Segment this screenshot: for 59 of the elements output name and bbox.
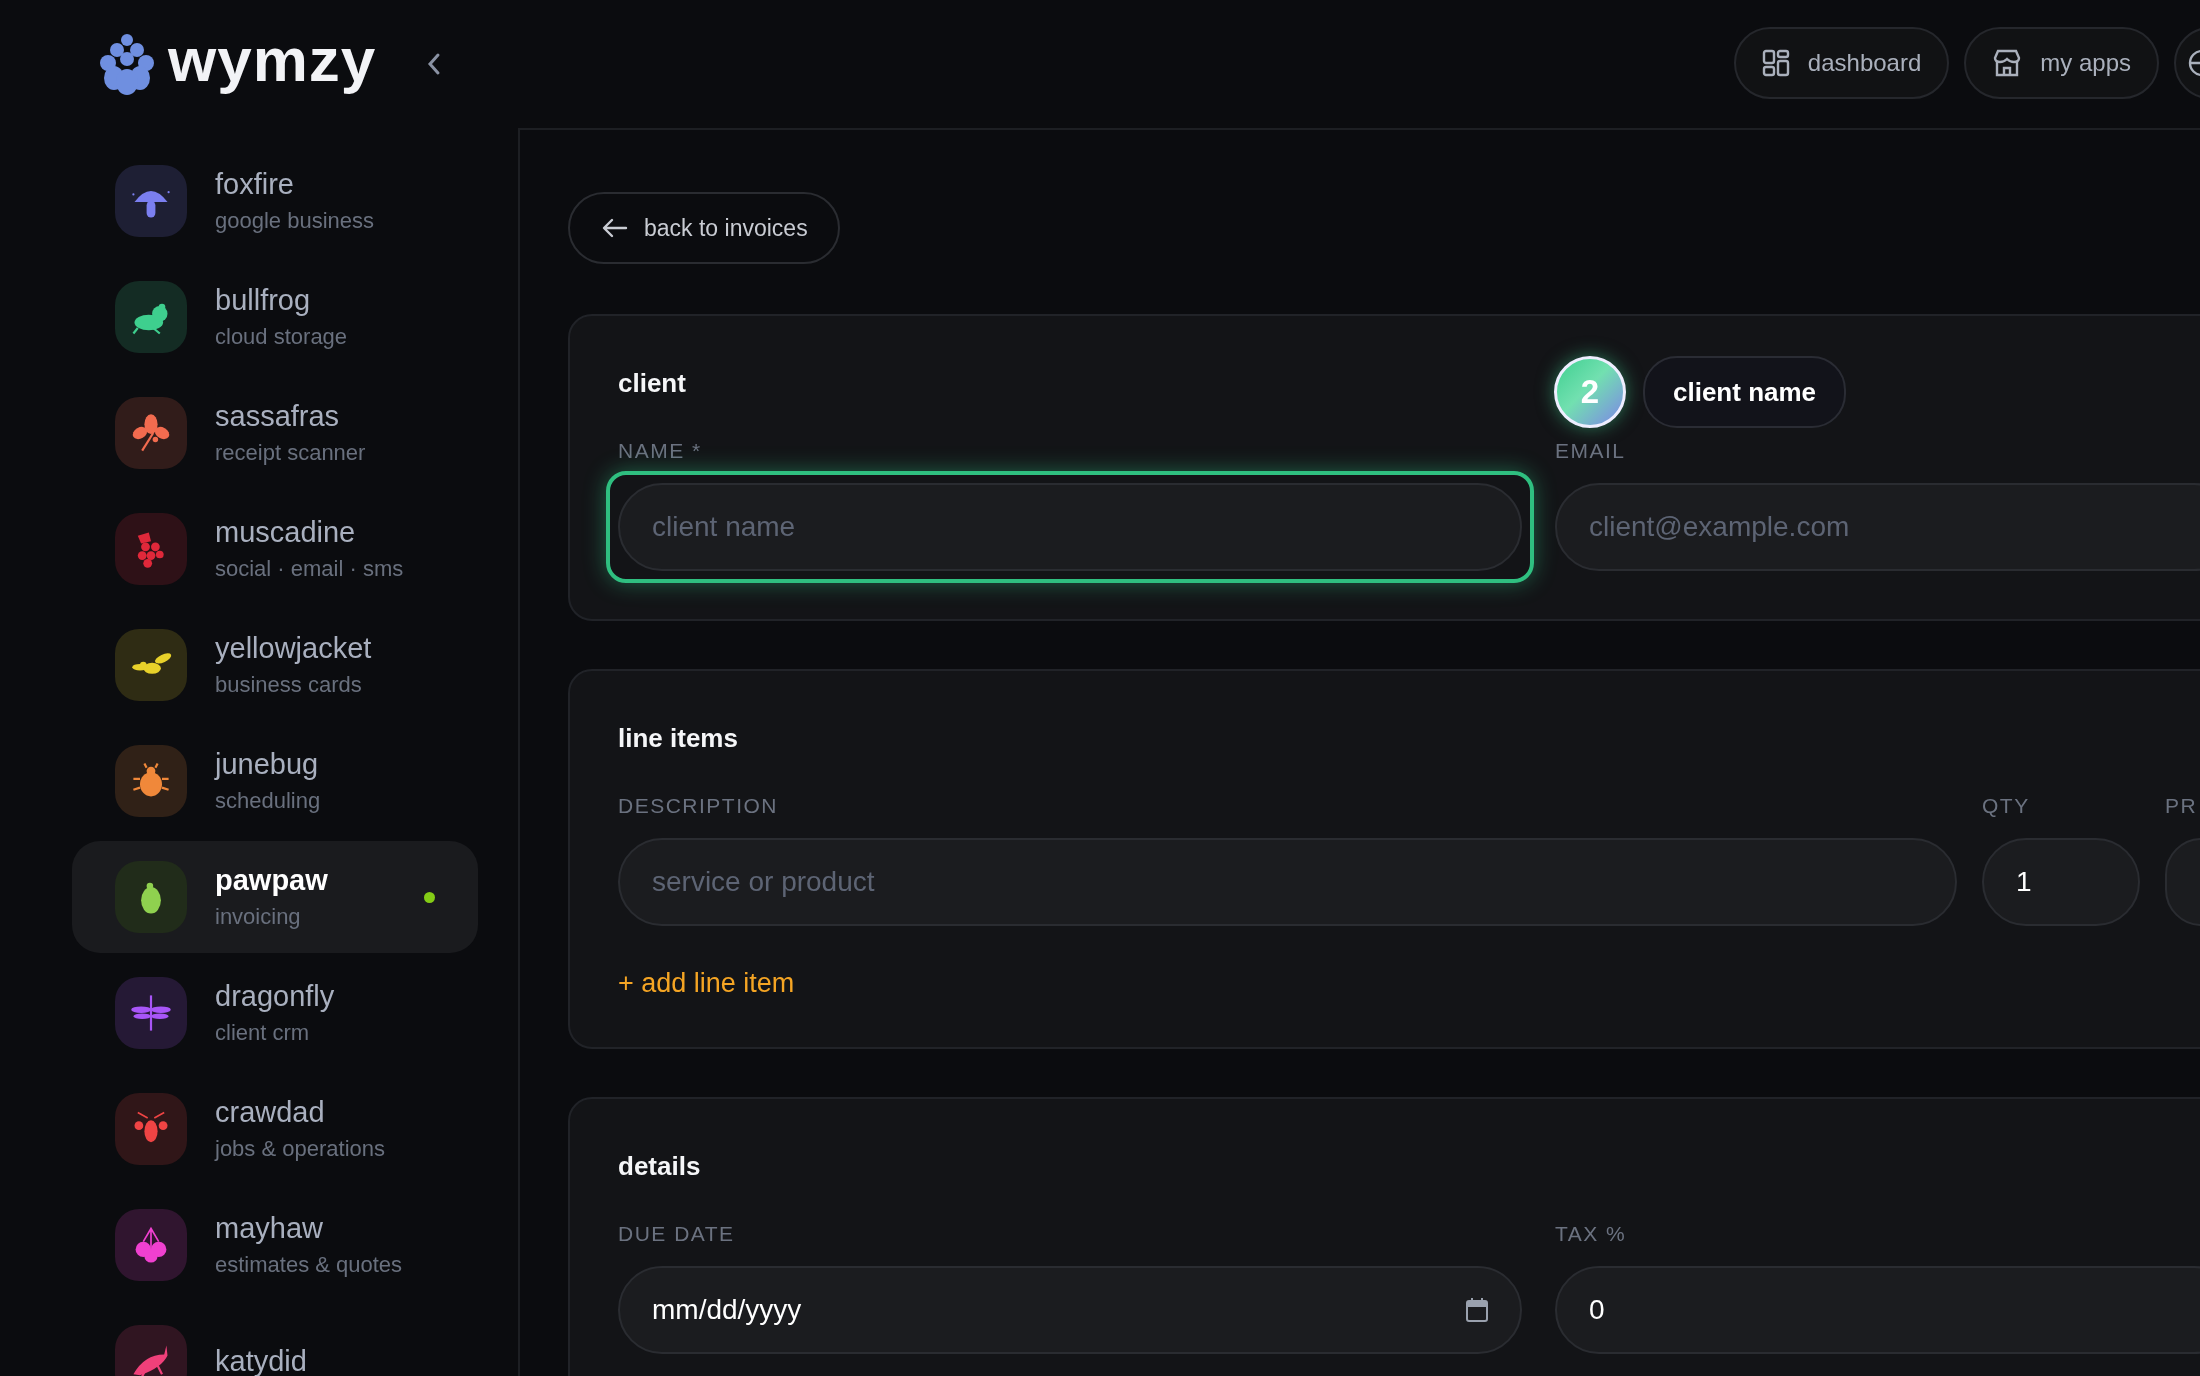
sidebar-item[interactable]: junebug scheduling [72,725,478,837]
date-field[interactable]: mm/dd/yyyy [618,1266,1522,1354]
input-field[interactable]: client@example.com [1555,483,2200,571]
app-description: social · email · sms [215,555,405,583]
field-label: EMAIL [1555,439,1627,463]
app-description: google business [215,207,375,235]
back-button[interactable]: back to invoices [568,192,840,264]
section-title: line items [618,723,738,754]
app-name: pawpaw [215,863,329,897]
sidebar-item[interactable]: yellowjacket business cards [72,609,478,721]
back-arrow-icon [602,218,628,238]
app-name: junebug [215,747,320,781]
sidebar-item[interactable]: crawdad jobs & operations [72,1073,478,1185]
pinecone-logo-icon [98,33,156,95]
add-line-item-link[interactable]: + add line item [618,968,795,999]
globe-icon [2188,49,2200,77]
calendar-icon [1466,1298,1488,1322]
step-badge: 2 [1554,356,1626,428]
app-name: sassafras [215,399,341,433]
app-description: business cards [215,671,363,699]
input-field[interactable]: client name [618,483,1522,571]
app-name: foxfire [215,167,295,201]
app-description: invoicing [215,903,302,931]
field-label: QTY [1982,794,2031,818]
sidebar-item[interactable]: foxfire google business [72,145,478,257]
sidebar-item[interactable]: bullfrog cloud storage [72,261,478,373]
app-name: crawdad [215,1095,326,1129]
input-field[interactable]: 1 [1982,838,2140,926]
app-name: mayhaw [215,1211,324,1245]
section-title: client [618,368,686,399]
sidebar-item[interactable]: sassafras receipt scanner [72,377,478,489]
app-description: receipt scanner [215,439,367,467]
input-field[interactable]: service or product [618,838,1957,926]
app-description: client crm [215,1019,311,1047]
field-label: NAME * [618,439,703,463]
store-icon [1992,49,2023,77]
apps-button[interactable]: my apps [1964,27,2159,99]
field-label: PR [2165,794,2199,818]
input-field[interactable]: 0 [1555,1266,2200,1354]
sidebar-item[interactable]: muscadine social · email · sms [72,493,478,605]
active-dot [424,891,435,903]
section-title: details [618,1151,701,1182]
sidebar-item[interactable]: mayhaw estimates & quotes [72,1189,478,1301]
app-name: yellowjacket [215,631,373,665]
app-name: muscadine [215,515,357,549]
app-description: jobs & operations [215,1135,386,1163]
app-description: estimates & quotes [215,1251,404,1279]
grid-icon [1761,49,1790,77]
app-description: cloud storage [215,323,349,351]
app-name: dragonfly [215,979,336,1013]
app-description: scheduling [215,787,322,815]
field-label: DUE DATE [618,1222,736,1246]
tooltip: client name [1643,356,1847,428]
sidebar-item[interactable]: pawpaw invoicing [72,841,478,953]
app-name: bullfrog [215,283,312,317]
dashboard-button[interactable]: dashboard [1733,27,1950,99]
field-label: DESCRIPTION [618,794,779,818]
field-label: TAX % [1555,1222,1628,1246]
sidebar-item[interactable]: dragonfly client crm [72,957,478,1069]
